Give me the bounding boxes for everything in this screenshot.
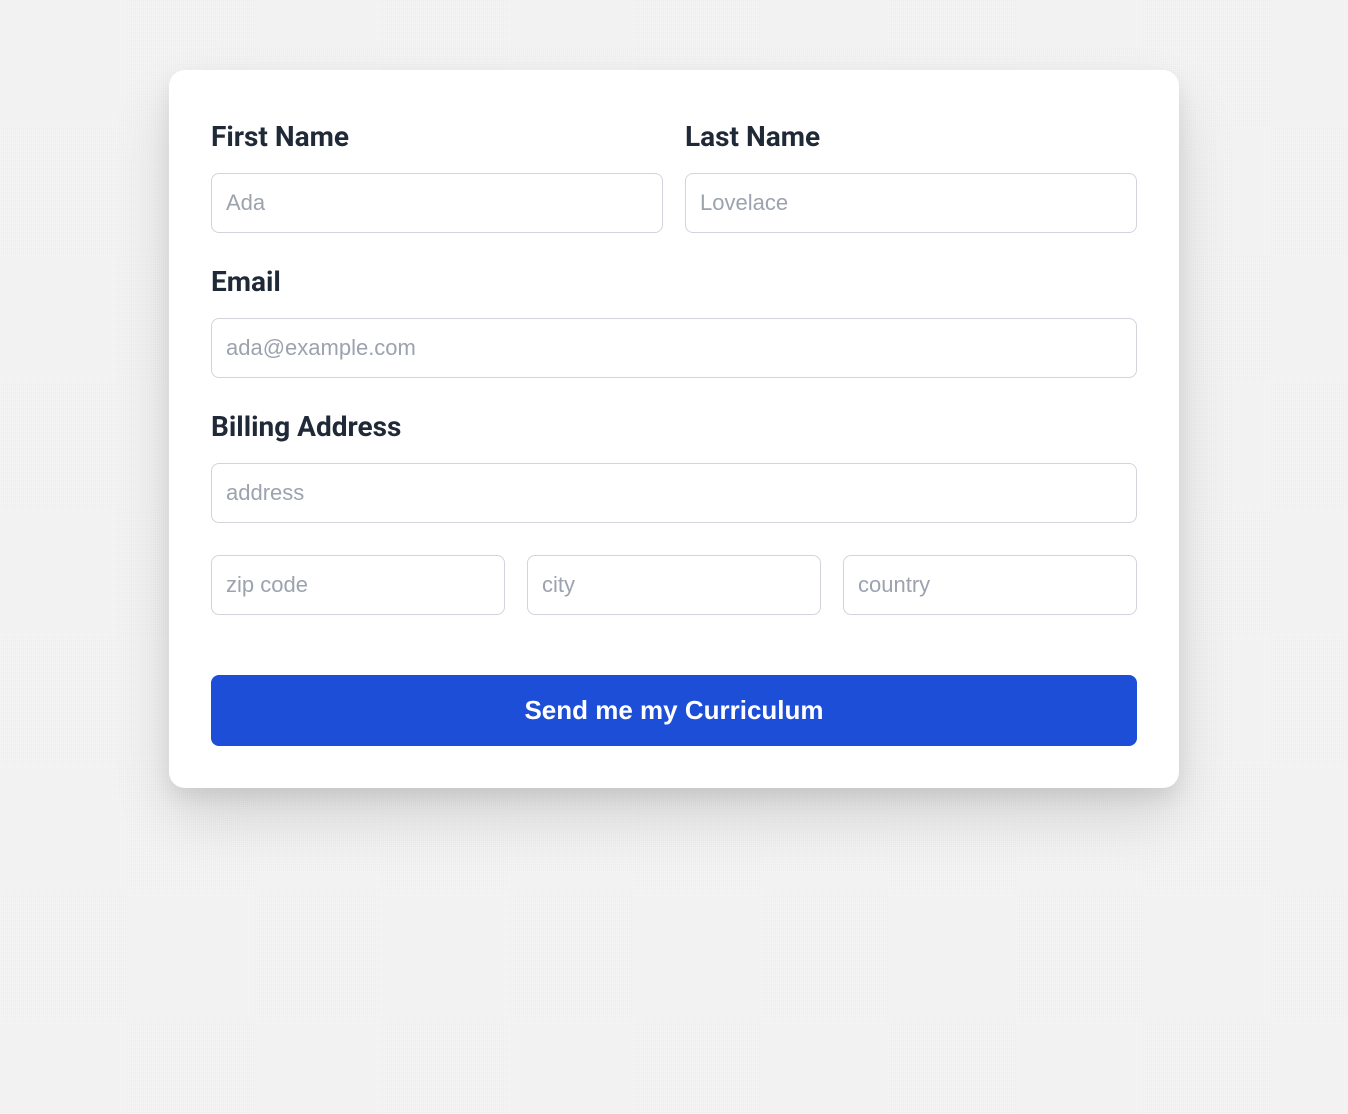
form-card: First Name Last Name Email Billing Addre… xyxy=(169,70,1179,788)
first-name-input[interactable] xyxy=(211,173,663,233)
country-input[interactable] xyxy=(843,555,1137,615)
billing-address-group: Billing Address xyxy=(211,410,1137,523)
city-group xyxy=(527,555,821,615)
zip-group xyxy=(211,555,505,615)
zip-code-input[interactable] xyxy=(211,555,505,615)
first-name-label: First Name xyxy=(211,120,663,153)
address-input[interactable] xyxy=(211,463,1137,523)
billing-address-label: Billing Address xyxy=(211,410,1137,443)
city-input[interactable] xyxy=(527,555,821,615)
country-group xyxy=(843,555,1137,615)
last-name-input[interactable] xyxy=(685,173,1137,233)
email-group: Email xyxy=(211,265,1137,378)
last-name-label: Last Name xyxy=(685,120,1137,153)
email-label: Email xyxy=(211,265,1137,298)
first-name-group: First Name xyxy=(211,120,663,233)
last-name-group: Last Name xyxy=(685,120,1137,233)
email-input[interactable] xyxy=(211,318,1137,378)
submit-button[interactable]: Send me my Curriculum xyxy=(211,675,1137,746)
